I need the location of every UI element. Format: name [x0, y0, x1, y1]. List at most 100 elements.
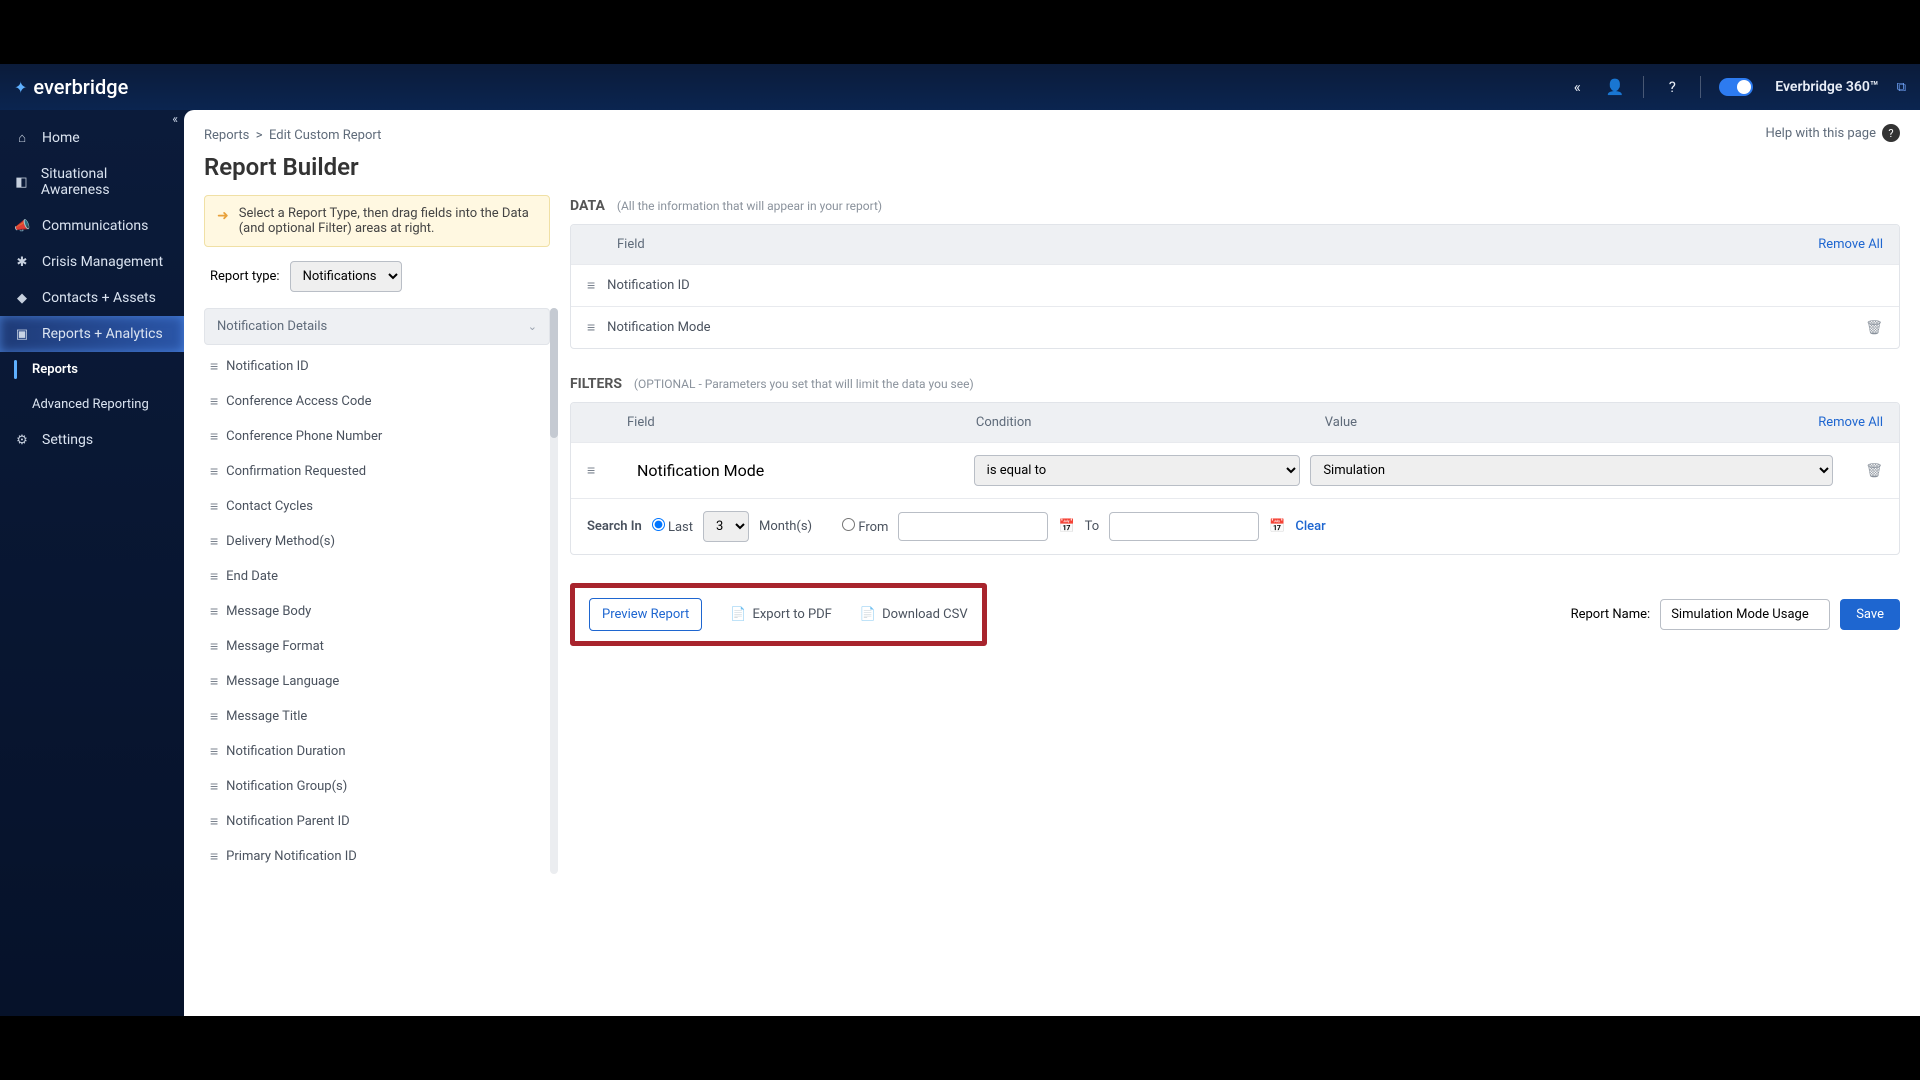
save-button[interactable]: Save — [1840, 599, 1900, 630]
data-table: Field Remove All ≡Notification ID≡Notifi… — [570, 224, 1900, 349]
download-csv-button[interactable]: 📄 Download CSV — [860, 607, 968, 622]
draggable-field[interactable]: ≡Notification Duration — [204, 734, 550, 769]
sidebar-item-contacts-assets[interactable]: ◆Contacts + Assets — [0, 280, 184, 316]
data-row: ≡Notification Mode🗑 — [571, 306, 1899, 348]
sidebar-item-settings[interactable]: ⚙Settings — [0, 422, 184, 458]
draggable-field[interactable]: ≡Notification ID — [204, 349, 550, 384]
filters-remove-all[interactable]: Remove All — [1818, 415, 1883, 430]
nav-icon: ◆ — [14, 291, 30, 306]
drag-handle-icon[interactable]: ≡ — [587, 277, 593, 294]
trash-icon[interactable]: 🗑 — [1865, 320, 1883, 336]
info-icon: ➜ — [217, 208, 229, 236]
draggable-field[interactable]: ≡Message Body — [204, 594, 550, 629]
pdf-icon: 📄 — [730, 607, 746, 622]
breadcrumb-current: Edit Custom Report — [269, 128, 381, 143]
scrollbar-thumb[interactable] — [550, 308, 558, 438]
drag-handle-icon[interactable]: ≡ — [587, 319, 593, 336]
sidebar-item-communications[interactable]: 📣Communications — [0, 208, 184, 244]
sidebar-subitem-reports[interactable]: Reports — [0, 352, 184, 387]
sidebar-item-home[interactable]: ⌂Home — [0, 120, 184, 156]
brand-360-label: Everbridge 360™ — [1775, 79, 1878, 95]
draggable-field[interactable]: ≡Notification Group(s) — [204, 769, 550, 804]
to-date-input[interactable] — [1109, 512, 1259, 541]
filters-table: Field Condition Value Remove All ≡ — [570, 402, 1900, 555]
field-section-header[interactable]: Notification Details ⌄ — [204, 308, 550, 345]
drag-handle-icon: ≡ — [210, 463, 216, 480]
drag-handle-icon: ≡ — [210, 813, 216, 830]
draggable-field[interactable]: ≡Contact Cycles — [204, 489, 550, 524]
nav-icon: ⚙ — [14, 433, 30, 448]
drag-handle-icon: ≡ — [210, 708, 216, 725]
data-panel-hint: (All the information that will appear in… — [617, 199, 882, 213]
search-last-radio[interactable]: Last — [652, 518, 693, 535]
csv-icon: 📄 — [860, 607, 876, 622]
breadcrumb-root[interactable]: Reports — [204, 128, 249, 143]
data-remove-all[interactable]: Remove All — [1818, 237, 1883, 252]
logo: ✦ everbridge — [14, 75, 128, 99]
draggable-field[interactable]: ≡Confirmation Requested — [204, 454, 550, 489]
clear-link[interactable]: Clear — [1295, 519, 1325, 534]
preview-report-button[interactable]: Preview Report — [589, 598, 702, 631]
user-icon[interactable]: 👤 — [1605, 77, 1625, 97]
export-pdf-button[interactable]: 📄 Export to PDF — [730, 607, 832, 622]
info-box: ➜ Select a Report Type, then drag fields… — [204, 195, 550, 247]
help-with-page-label: Help with this page — [1766, 126, 1877, 141]
help-icon[interactable]: ? — [1662, 77, 1682, 97]
drag-handle-icon: ≡ — [210, 603, 216, 620]
from-date-input[interactable] — [898, 512, 1048, 541]
data-panel-title: DATA — [570, 198, 605, 214]
divider — [1643, 76, 1644, 98]
brand-name: everbridge — [33, 75, 128, 99]
drag-handle-icon: ≡ — [210, 778, 216, 795]
help-question-icon: ? — [1882, 124, 1900, 142]
sidebar-item-situational-awareness[interactable]: ◧Situational Awareness — [0, 156, 184, 208]
top-bar: ✦ everbridge « 👤 ? Everbridge 360™ ⧉ — [0, 64, 1920, 110]
draggable-field[interactable]: ≡Message Title — [204, 699, 550, 734]
brand-toggle[interactable] — [1719, 78, 1753, 96]
draggable-field[interactable]: ≡Primary Notification ID — [204, 839, 550, 874]
filters-col-field: Field — [627, 415, 976, 430]
trash-icon[interactable]: 🗑 — [1865, 463, 1883, 479]
nav-icon: ▣ — [14, 327, 30, 342]
field-section-title: Notification Details — [217, 319, 327, 334]
report-type-select[interactable]: Notifications — [290, 261, 402, 292]
nav-icon: ◧ — [14, 175, 29, 190]
search-from-radio[interactable]: From — [842, 518, 888, 535]
calendar-icon[interactable]: 📅 — [1269, 519, 1285, 534]
draggable-field[interactable]: ≡Message Format — [204, 629, 550, 664]
breadcrumb: Reports > Edit Custom Report — [204, 128, 381, 143]
drag-handle-icon: ≡ — [210, 428, 216, 445]
collapse-header-icon[interactable]: « — [1567, 77, 1587, 97]
info-text: Select a Report Type, then drag fields i… — [239, 206, 537, 236]
drag-handle-icon: ≡ — [210, 848, 216, 865]
draggable-field[interactable]: ≡Conference Phone Number — [204, 419, 550, 454]
sidebar-collapse-icon[interactable]: « — [172, 112, 178, 126]
nav-icon: ⌂ — [14, 130, 30, 146]
drag-handle-icon: ≡ — [210, 393, 216, 410]
filter-value-select[interactable]: Simulation — [1310, 455, 1833, 486]
draggable-field[interactable]: ≡Conference Access Code — [204, 384, 550, 419]
drag-handle-icon: ≡ — [210, 533, 216, 550]
report-name-input[interactable] — [1660, 599, 1830, 630]
draggable-field[interactable]: ≡Delivery Method(s) — [204, 524, 550, 559]
filter-field-name: Notification Mode — [637, 461, 964, 480]
drag-handle-icon[interactable]: ≡ — [587, 462, 627, 479]
sidebar-item-crisis-management[interactable]: ✱Crisis Management — [0, 244, 184, 280]
drag-handle-icon: ≡ — [210, 673, 216, 690]
help-with-page[interactable]: Help with this page ? — [1766, 124, 1901, 142]
external-link-icon[interactable]: ⧉ — [1897, 80, 1906, 95]
draggable-field[interactable]: ≡End Date — [204, 559, 550, 594]
filter-condition-select[interactable]: is equal to — [974, 455, 1301, 486]
highlighted-actions: Preview Report 📄 Export to PDF 📄 Downloa… — [570, 583, 987, 646]
drag-handle-icon: ≡ — [210, 568, 216, 585]
calendar-icon[interactable]: 📅 — [1058, 519, 1074, 534]
sidebar-item-reports-analytics[interactable]: ▣Reports + Analytics — [0, 316, 184, 352]
draggable-field[interactable]: ≡Message Language — [204, 664, 550, 699]
drag-handle-icon: ≡ — [210, 498, 216, 515]
chevron-down-icon: ⌄ — [528, 320, 537, 333]
sidebar-subitem-advanced-reporting[interactable]: Advanced Reporting — [0, 387, 184, 422]
nav-icon: 📣 — [14, 219, 30, 234]
report-name-label: Report Name: — [1571, 607, 1651, 622]
search-months-select[interactable]: 3 — [703, 511, 749, 542]
draggable-field[interactable]: ≡Notification Parent ID — [204, 804, 550, 839]
